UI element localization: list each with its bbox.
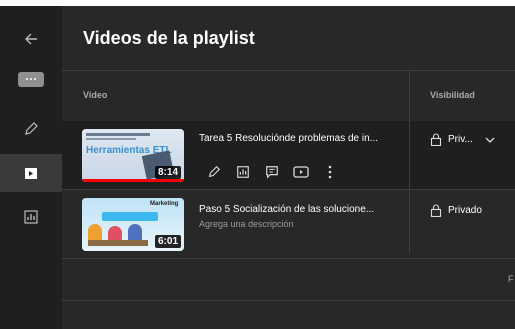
youtube-icon bbox=[292, 166, 309, 178]
table-header: Video Visibilidad bbox=[62, 70, 515, 122]
table-row[interactable]: Marketing 6:01 Paso 5 Socialización de l… bbox=[62, 190, 515, 259]
pagination-text: F bbox=[508, 274, 514, 284]
chevron-down-icon bbox=[485, 137, 495, 143]
more-horizontal-icon bbox=[18, 71, 44, 87]
view-on-youtube-button[interactable] bbox=[286, 162, 315, 182]
comments-icon bbox=[265, 166, 278, 179]
column-divider bbox=[409, 70, 410, 254]
visibility-column-header: Visibilidad bbox=[430, 90, 475, 100]
sidebar bbox=[0, 6, 62, 329]
row-actions bbox=[199, 162, 344, 182]
videos-button[interactable] bbox=[0, 154, 62, 192]
video-analytics-button[interactable] bbox=[228, 162, 257, 182]
more-button[interactable] bbox=[0, 60, 62, 98]
visibility-label: Privado bbox=[448, 205, 482, 216]
lock-icon bbox=[430, 204, 442, 217]
back-button[interactable] bbox=[0, 20, 62, 58]
lock-icon bbox=[430, 133, 442, 146]
page-title: Videos de la playlist bbox=[83, 28, 255, 48]
analytics-icon bbox=[24, 210, 38, 224]
analytics-button[interactable] bbox=[0, 198, 62, 236]
video-title[interactable]: Paso 5 Socialización de las solucione... bbox=[199, 204, 399, 215]
video-thumbnail[interactable]: Marketing 6:01 bbox=[82, 198, 184, 251]
table-row[interactable]: Herramientas ETL 8:14 Tarea 5 Resolución… bbox=[62, 121, 515, 190]
edit-video-button[interactable] bbox=[199, 162, 228, 182]
video-thumbnail[interactable]: Herramientas ETL 8:14 bbox=[82, 129, 184, 182]
video-duration: 6:01 bbox=[154, 235, 181, 248]
main-panel: Videos de la playlist Video Visibilidad … bbox=[62, 6, 515, 329]
pagination-row: F bbox=[62, 258, 515, 301]
video-description: Agrega una descripción bbox=[199, 219, 294, 229]
visibility-label: Priv... bbox=[448, 134, 473, 145]
arrow-left-icon bbox=[25, 33, 37, 45]
comments-button[interactable] bbox=[257, 162, 286, 182]
video-column-header: Video bbox=[83, 90, 108, 100]
analytics-icon bbox=[236, 166, 249, 178]
thumbnail-title: Marketing bbox=[150, 201, 179, 207]
visibility-status: Privado bbox=[430, 204, 482, 217]
video-playlist-icon bbox=[25, 168, 37, 179]
more-vertical-icon bbox=[328, 165, 331, 179]
visibility-dropdown[interactable]: Priv... bbox=[430, 133, 495, 146]
video-duration: 8:14 bbox=[154, 166, 181, 179]
pencil-icon bbox=[25, 122, 38, 135]
video-title[interactable]: Tarea 5 Resoluciónde problemas de in... bbox=[199, 133, 399, 144]
more-options-button[interactable] bbox=[315, 162, 344, 182]
edit-button[interactable] bbox=[0, 110, 62, 148]
pencil-icon bbox=[208, 165, 220, 178]
